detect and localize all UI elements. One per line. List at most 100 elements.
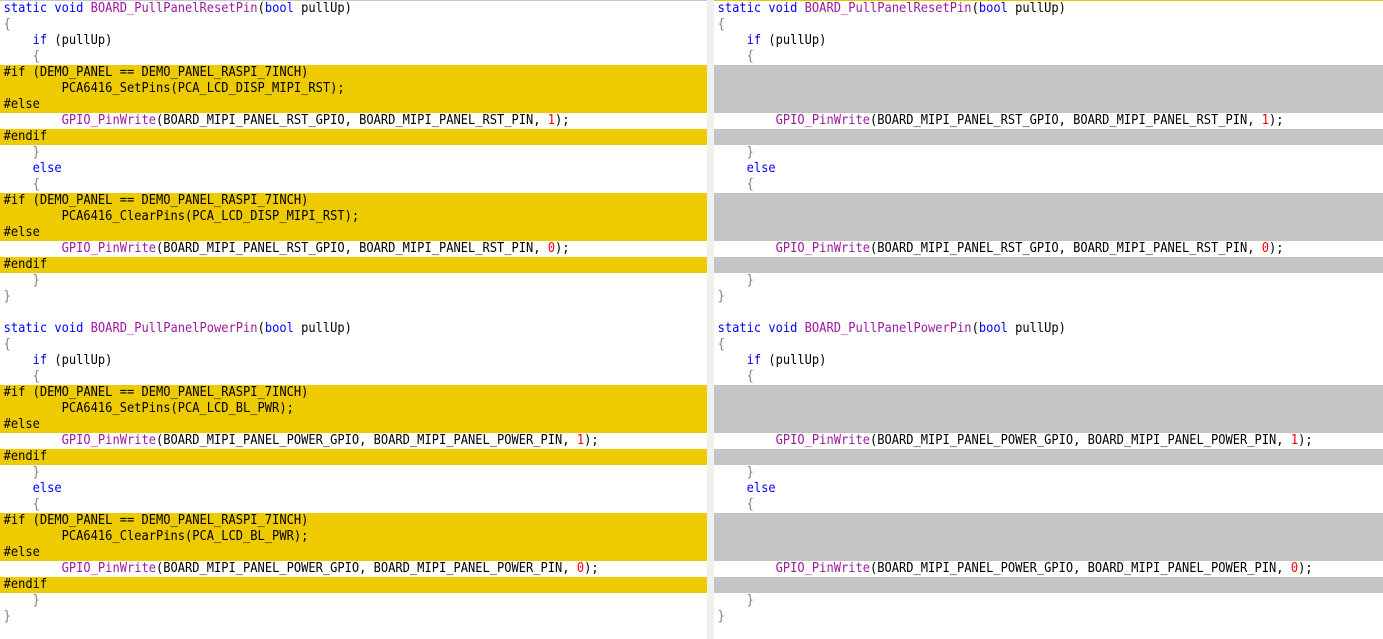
diff-changed-line[interactable]: PCA6416_ClearPins(PCA_LCD_DISP_MIPI_RST)… bbox=[0, 209, 707, 225]
code-line[interactable]: { bbox=[714, 17, 1383, 33]
diff-changed-line[interactable]: PCA6416_ClearPins(PCA_LCD_BL_PWR); bbox=[0, 529, 707, 545]
diff-changed-line[interactable]: #else bbox=[0, 545, 707, 561]
code-line[interactable]: { bbox=[714, 369, 1383, 385]
code-line[interactable]: { bbox=[0, 337, 707, 353]
diff-placeholder-line[interactable] bbox=[714, 417, 1383, 433]
diff-placeholder-line[interactable] bbox=[714, 513, 1383, 529]
code-line[interactable]: } bbox=[0, 289, 707, 305]
code-line[interactable]: { bbox=[714, 337, 1383, 353]
diff-placeholder-line[interactable] bbox=[714, 449, 1383, 465]
code-token: #endif bbox=[3, 257, 48, 272]
code-line-text: PCA6416_SetPins(PCA_LCD_DISP_MIPI_RST); bbox=[0, 81, 345, 97]
code-line[interactable]: } bbox=[0, 145, 707, 161]
code-line[interactable]: } bbox=[0, 273, 707, 289]
diff-placeholder-line[interactable] bbox=[714, 385, 1383, 401]
code-line[interactable]: GPIO_PinWrite(BOARD_MIPI_PANEL_RST_GPIO,… bbox=[714, 113, 1383, 129]
right-code-pane[interactable]: static void BOARD_PullPanelResetPin(bool… bbox=[714, 0, 1383, 639]
code-line-text: } bbox=[0, 273, 40, 289]
diff-placeholder-line[interactable] bbox=[714, 257, 1383, 273]
code-line[interactable]: GPIO_PinWrite(BOARD_MIPI_PANEL_RST_GPIO,… bbox=[714, 241, 1383, 257]
diff-changed-line[interactable]: #else bbox=[0, 97, 707, 113]
code-line[interactable]: static void BOARD_PullPanelPowerPin(bool… bbox=[714, 321, 1383, 337]
diff-placeholder-line[interactable] bbox=[714, 97, 1383, 113]
code-line[interactable]: } bbox=[714, 289, 1383, 305]
code-token: bool bbox=[978, 1, 1008, 16]
code-line[interactable]: else bbox=[0, 481, 707, 497]
code-line[interactable]: { bbox=[0, 17, 707, 33]
code-line-text: } bbox=[714, 609, 725, 625]
code-line[interactable]: } bbox=[0, 465, 707, 481]
code-line[interactable]: } bbox=[714, 609, 1383, 625]
code-line-text: } bbox=[714, 593, 754, 609]
code-token: } bbox=[717, 145, 754, 160]
code-line-text: } bbox=[0, 609, 11, 625]
code-line[interactable]: } bbox=[714, 593, 1383, 609]
code-line[interactable]: if (pullUp) bbox=[0, 33, 707, 49]
code-line[interactable]: static void BOARD_PullPanelResetPin(bool… bbox=[714, 1, 1383, 17]
code-line[interactable]: } bbox=[0, 609, 707, 625]
diff-placeholder-line[interactable] bbox=[714, 193, 1383, 209]
diff-changed-line[interactable]: #if (DEMO_PANEL == DEMO_PANEL_RASPI_7INC… bbox=[0, 65, 707, 81]
code-token: 0 bbox=[1261, 241, 1270, 256]
diff-changed-line[interactable]: PCA6416_SetPins(PCA_LCD_DISP_MIPI_RST); bbox=[0, 81, 707, 97]
diff-placeholder-line[interactable] bbox=[714, 81, 1383, 97]
code-line[interactable]: { bbox=[0, 49, 707, 65]
diff-placeholder-line[interactable] bbox=[714, 129, 1383, 145]
code-line[interactable]: if (pullUp) bbox=[714, 33, 1383, 49]
code-line[interactable]: static void BOARD_PullPanelPowerPin(bool… bbox=[0, 321, 707, 337]
code-line[interactable]: GPIO_PinWrite(BOARD_MIPI_PANEL_POWER_GPI… bbox=[0, 433, 707, 449]
code-token: GPIO_PinWrite bbox=[775, 561, 870, 576]
code-line[interactable]: { bbox=[0, 497, 707, 513]
code-line[interactable]: GPIO_PinWrite(BOARD_MIPI_PANEL_RST_GPIO,… bbox=[0, 241, 707, 257]
pane-splitter[interactable] bbox=[707, 0, 714, 639]
left-code-pane[interactable]: static void BOARD_PullPanelResetPin(bool… bbox=[0, 0, 707, 639]
code-line[interactable]: { bbox=[0, 177, 707, 193]
code-line[interactable] bbox=[714, 305, 1383, 321]
code-token: pullUp) bbox=[293, 321, 352, 336]
code-line[interactable]: else bbox=[714, 161, 1383, 177]
diff-placeholder-line[interactable] bbox=[714, 401, 1383, 417]
code-line[interactable]: if (pullUp) bbox=[0, 353, 707, 369]
diff-changed-line[interactable]: #if (DEMO_PANEL == DEMO_PANEL_RASPI_7INC… bbox=[0, 513, 707, 529]
code-token: (BOARD_MIPI_PANEL_RST_GPIO, BOARD_MIPI_P… bbox=[155, 241, 548, 256]
code-line[interactable]: if (pullUp) bbox=[714, 353, 1383, 369]
code-line[interactable]: else bbox=[0, 161, 707, 177]
code-token: ); bbox=[1269, 113, 1284, 128]
code-line-text: } bbox=[0, 289, 11, 305]
diff-changed-line[interactable]: #if (DEMO_PANEL == DEMO_PANEL_RASPI_7INC… bbox=[0, 385, 707, 401]
diff-placeholder-line[interactable] bbox=[714, 65, 1383, 81]
diff-changed-line[interactable]: #endif bbox=[0, 577, 707, 593]
code-line[interactable]: static void BOARD_PullPanelResetPin(bool… bbox=[0, 1, 707, 17]
diff-placeholder-line[interactable] bbox=[714, 545, 1383, 561]
diff-changed-line[interactable]: PCA6416_SetPins(PCA_LCD_BL_PWR); bbox=[0, 401, 707, 417]
code-line-text: #if (DEMO_PANEL == DEMO_PANEL_RASPI_7INC… bbox=[0, 193, 309, 209]
code-line[interactable]: GPIO_PinWrite(BOARD_MIPI_PANEL_POWER_GPI… bbox=[714, 561, 1383, 577]
code-line[interactable]: { bbox=[714, 49, 1383, 65]
diff-changed-line[interactable]: #endif bbox=[0, 449, 707, 465]
diff-placeholder-line[interactable] bbox=[714, 209, 1383, 225]
code-line[interactable]: GPIO_PinWrite(BOARD_MIPI_PANEL_POWER_GPI… bbox=[714, 433, 1383, 449]
code-line[interactable]: } bbox=[714, 465, 1383, 481]
diff-changed-line[interactable]: #else bbox=[0, 225, 707, 241]
code-line[interactable]: { bbox=[0, 369, 707, 385]
code-line-text: #else bbox=[0, 417, 40, 433]
diff-placeholder-line[interactable] bbox=[714, 529, 1383, 545]
code-line[interactable]: GPIO_PinWrite(BOARD_MIPI_PANEL_POWER_GPI… bbox=[0, 561, 707, 577]
diff-placeholder-line[interactable] bbox=[714, 225, 1383, 241]
code-line[interactable]: GPIO_PinWrite(BOARD_MIPI_PANEL_RST_GPIO,… bbox=[0, 113, 707, 129]
code-line[interactable] bbox=[0, 305, 707, 321]
code-line[interactable]: else bbox=[714, 481, 1383, 497]
code-line[interactable]: } bbox=[0, 593, 707, 609]
code-token: if bbox=[717, 33, 762, 48]
diff-placeholder-line[interactable] bbox=[714, 577, 1383, 593]
diff-changed-line[interactable]: #endif bbox=[0, 257, 707, 273]
code-line-text: { bbox=[714, 177, 754, 193]
diff-changed-line[interactable]: #if (DEMO_PANEL == DEMO_PANEL_RASPI_7INC… bbox=[0, 193, 707, 209]
code-line[interactable]: } bbox=[714, 145, 1383, 161]
code-line[interactable]: { bbox=[714, 177, 1383, 193]
diff-changed-line[interactable]: #endif bbox=[0, 129, 707, 145]
diff-changed-line[interactable]: #else bbox=[0, 417, 707, 433]
code-line[interactable]: { bbox=[714, 497, 1383, 513]
code-token: static void bbox=[717, 321, 805, 336]
code-line[interactable]: } bbox=[714, 273, 1383, 289]
